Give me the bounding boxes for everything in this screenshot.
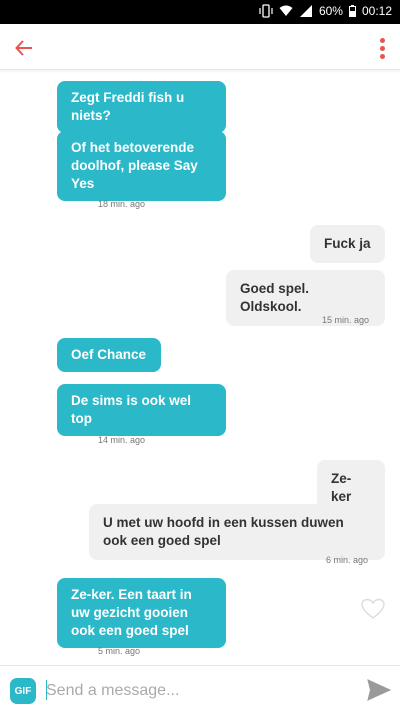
message-timestamp: 14 min. ago <box>98 435 146 445</box>
conversation-header <box>0 24 400 70</box>
incoming-message[interactable]: Ze-ker. Een taart in uw gezicht gooien o… <box>57 578 226 648</box>
clock: 00:12 <box>361 4 392 18</box>
vibrate-icon <box>259 4 273 18</box>
message-timestamp: 6 min. ago <box>326 555 369 565</box>
incoming-message[interactable]: Zegt Freddi fish u niets? <box>57 81 226 133</box>
status-bar: 60% 00:12 <box>0 0 400 24</box>
outgoing-message[interactable]: U met uw hoofd in een kussen duwen ook e… <box>89 504 385 560</box>
incoming-message[interactable]: De sims is ook wel top <box>57 384 226 436</box>
message-timestamp: 5 min. ago <box>98 646 141 656</box>
heart-icon[interactable] <box>361 598 385 620</box>
message-input[interactable] <box>46 677 346 705</box>
wifi-icon <box>279 5 293 16</box>
send-icon[interactable] <box>366 678 392 702</box>
more-vertical-icon <box>379 37 385 43</box>
battery-level: 60% <box>318 4 343 18</box>
signal-icon <box>299 5 312 17</box>
more-options-button[interactable] <box>372 34 392 62</box>
outgoing-message[interactable]: Fuck ja <box>310 225 385 263</box>
back-button[interactable] <box>10 34 38 62</box>
message-timestamp: 18 min. ago <box>98 199 146 209</box>
arrow-left-icon <box>15 40 32 56</box>
message-timestamp: 15 min. ago <box>322 315 370 325</box>
incoming-message[interactable]: Of het betoverende doolhof, please Say Y… <box>57 131 226 201</box>
battery-icon <box>348 5 356 17</box>
gif-button[interactable]: GIF <box>10 678 36 704</box>
message-composer: GIF <box>0 665 400 711</box>
incoming-message[interactable]: Oef Chance <box>57 338 161 372</box>
